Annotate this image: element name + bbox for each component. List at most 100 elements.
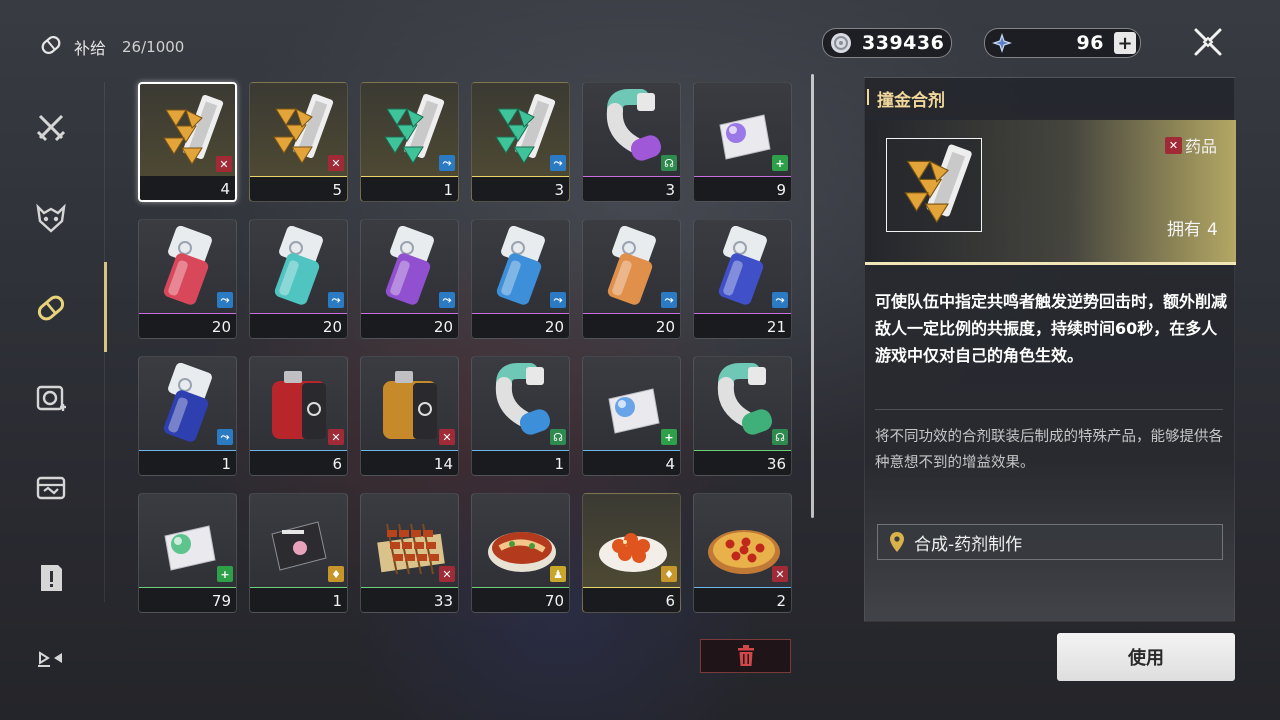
- shell-credit-icon: [831, 33, 851, 53]
- supply-capsule-icon: [36, 30, 66, 64]
- tube-blue-icon: [495, 363, 551, 435]
- medicine-type-icon: ✕: [1165, 136, 1182, 154]
- medicine-type-icon: ✕: [439, 429, 455, 445]
- quantity-bar: 20: [139, 314, 236, 338]
- item-type-label: 药品: [1185, 137, 1218, 156]
- quantity-bar: 5: [250, 177, 347, 201]
- inventory-slot[interactable]: ♦ 1: [249, 493, 348, 613]
- inventory-slot[interactable]: +79: [138, 493, 237, 613]
- quantity-bar: 20: [583, 314, 680, 338]
- item-quantity: 1: [221, 455, 231, 473]
- buff-type-icon: ⤳: [772, 292, 788, 308]
- sidebar-item-quest[interactable]: [24, 553, 78, 603]
- canister-red-icon: [272, 371, 326, 439]
- owned-value: 4: [1207, 220, 1218, 240]
- item-quantity: 3: [665, 181, 675, 199]
- inventory-slot[interactable]: ♟ 70: [471, 493, 570, 613]
- inventory-slot[interactable]: ⤳ 1: [360, 82, 459, 202]
- special-mark-icon: [38, 651, 62, 667]
- item-source-label: 合成-药剂制作: [914, 534, 1023, 555]
- vial-indigo-icon: [718, 226, 767, 305]
- add-astrite-button[interactable]: +: [1114, 32, 1136, 54]
- revive-type-icon: ☊: [661, 155, 677, 171]
- inventory-slot[interactable]: ⤳ 20: [471, 219, 570, 339]
- quantity-bar: 2: [694, 588, 791, 612]
- item-quantity: 6: [332, 455, 342, 473]
- item-lore: 将不同功效的合剂联装后制成的特殊产品，能够提供各种意想不到的增益效果。: [875, 429, 1223, 471]
- discard-button[interactable]: [700, 639, 791, 673]
- inventory-slot[interactable]: ☊ 1: [471, 356, 570, 476]
- inventory-slot[interactable]: ☊ 3: [582, 82, 681, 202]
- inventory-slot[interactable]: +4: [582, 356, 681, 476]
- special-type-icon: ♦: [661, 566, 677, 582]
- inventory-slot[interactable]: ✕ 33: [360, 493, 459, 613]
- quantity-bar: 6: [583, 588, 680, 612]
- inventory-slot[interactable]: ⤳ 20: [582, 219, 681, 339]
- buff-type-icon: ⤳: [550, 292, 566, 308]
- quantity-bar: 9: [694, 177, 791, 201]
- inventory-slot[interactable]: ✕ 5: [249, 82, 348, 202]
- item-quantity: 1: [332, 592, 342, 610]
- capacity-count: 26/1000: [122, 38, 185, 56]
- heal-type-icon: +: [661, 429, 677, 445]
- buff-type-icon: ⤳: [439, 155, 455, 171]
- quantity-bar: 1: [472, 451, 569, 475]
- quantity-bar: 4: [583, 451, 680, 475]
- inventory-slot[interactable]: ☊ 36: [693, 356, 792, 476]
- item-description: 可使队伍中指定共鸣者触发逆势回击时，额外削减敌人一定比例的共振度，持续时间60秒…: [875, 292, 1228, 365]
- packet-dark-icon: [271, 521, 327, 571]
- inventory-slot[interactable]: ♦ 6: [582, 493, 681, 613]
- quantity-bar: 3: [583, 177, 680, 201]
- inventory-slot[interactable]: ✕ 4: [138, 82, 237, 202]
- item-quantity: 33: [433, 592, 453, 610]
- shell-credit-value: 339436: [862, 32, 945, 54]
- inventory-slot[interactable]: +9: [693, 82, 792, 202]
- canister-gold-icon: [383, 371, 437, 439]
- inventory-slot[interactable]: ⤳ 1: [138, 356, 237, 476]
- heal-type-icon: +: [217, 566, 233, 582]
- item-quantity: 1: [443, 181, 453, 199]
- quantity-bar: 14: [361, 451, 458, 475]
- medicine-type-icon: ✕: [439, 566, 455, 582]
- item-name: 撞金合剂: [877, 91, 945, 111]
- close-button[interactable]: [1190, 24, 1226, 60]
- item-quantity: 4: [665, 455, 675, 473]
- vial-orange-icon: [607, 226, 656, 305]
- packet-green-icon: [164, 525, 216, 571]
- quantity-bar: 79: [139, 588, 236, 612]
- item-type-tag: ✕ 药品: [1165, 133, 1217, 157]
- owned-count: 拥有 4: [1167, 215, 1218, 240]
- inventory-slot[interactable]: ⤳ 20: [249, 219, 348, 339]
- grid-scrollbar[interactable]: [811, 74, 814, 518]
- inventory-slot[interactable]: ⤳ 20: [360, 219, 459, 339]
- sidebar-item-special[interactable]: [24, 633, 78, 683]
- crossed-swords-icon: [36, 114, 66, 142]
- inventory-slot[interactable]: ✕ 14: [360, 356, 459, 476]
- inventory-slot[interactable]: ⤳ 20: [138, 219, 237, 339]
- item-quantity: 20: [211, 318, 231, 336]
- sidebar-item-materials[interactable]: [24, 463, 78, 513]
- inventory-grid: ✕ 4 ✕ 5 ⤳ 1 ⤳ 3 ☊ 3 +9 ⤳ 20 ⤳ 20 ⤳ 20 ⤳ 20 ⤳ 20 ⤳ 21 ⤳ 1 ✕ 6 ✕ 14 ☊ 1 +…: [138, 82, 798, 613]
- pizza-icon: [708, 530, 780, 574]
- green-shards-icon: [384, 93, 445, 164]
- item-quantity: 2: [776, 592, 786, 610]
- item-quantity: 20: [544, 318, 564, 336]
- sidebar-item-echoes[interactable]: [24, 193, 78, 243]
- use-button[interactable]: 使用: [1057, 633, 1235, 681]
- sidebar-item-devices[interactable]: [24, 373, 78, 423]
- header-title: 补给: [74, 39, 107, 58]
- sidebar-item-supplies[interactable]: [24, 283, 78, 333]
- revive-type-icon: ☊: [550, 429, 566, 445]
- quantity-bar: 3: [472, 177, 569, 201]
- inventory-slot[interactable]: ⤳ 21: [693, 219, 792, 339]
- close-icon: [1194, 28, 1222, 56]
- inventory-slot[interactable]: ✕ 2: [693, 493, 792, 613]
- green-shards-icon: [495, 93, 556, 164]
- item-source-link[interactable]: 合成-药剂制作: [877, 524, 1223, 560]
- sidebar-item-weapons[interactable]: [24, 102, 78, 152]
- quantity-bar: 20: [472, 314, 569, 338]
- quantity-bar: 1: [361, 177, 458, 201]
- inventory-slot[interactable]: ⤳ 3: [471, 82, 570, 202]
- inventory-header: 补给 26/1000: [36, 30, 184, 64]
- inventory-slot[interactable]: ✕ 6: [249, 356, 348, 476]
